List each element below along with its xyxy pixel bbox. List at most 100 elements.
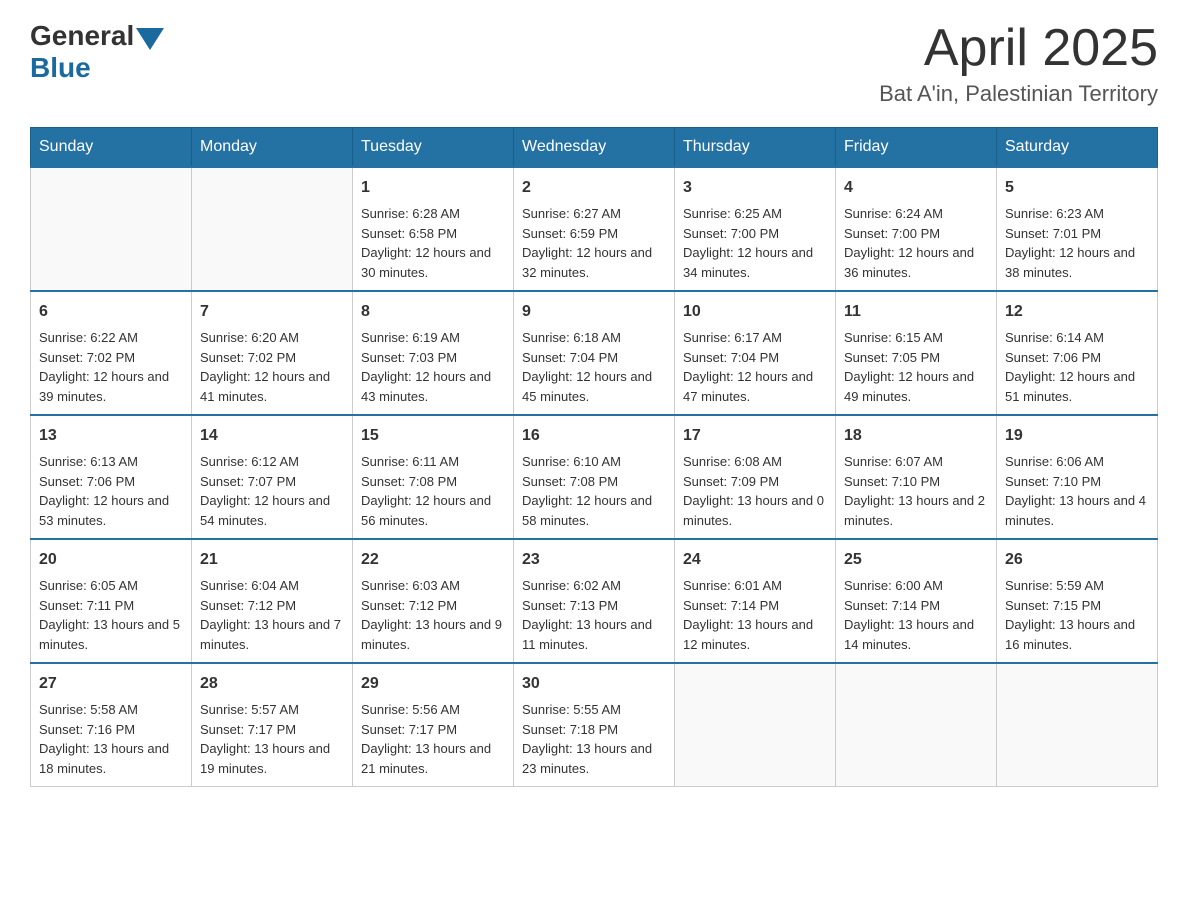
day-number: 1: [361, 176, 505, 200]
weekday-header-friday: Friday: [836, 128, 997, 168]
calendar-cell: [997, 663, 1158, 787]
logo: General Blue: [30, 20, 164, 84]
day-number: 19: [1005, 424, 1149, 448]
day-number: 6: [39, 300, 183, 324]
day-info: Sunrise: 6:15 AMSunset: 7:05 PMDaylight:…: [844, 328, 988, 406]
calendar-cell: 15 Sunrise: 6:11 AMSunset: 7:08 PMDayligh…: [353, 415, 514, 539]
calendar-cell: 1 Sunrise: 6:28 AMSunset: 6:58 PMDaylight…: [353, 167, 514, 291]
day-number: 18: [844, 424, 988, 448]
day-number: 16: [522, 424, 666, 448]
day-number: 14: [200, 424, 344, 448]
day-number: 21: [200, 548, 344, 572]
day-number: 27: [39, 672, 183, 696]
calendar-subtitle: Bat A'in, Palestinian Territory: [879, 81, 1158, 107]
calendar-cell: 7 Sunrise: 6:20 AMSunset: 7:02 PMDaylight…: [192, 291, 353, 415]
day-info: Sunrise: 6:25 AMSunset: 7:00 PMDaylight:…: [683, 204, 827, 282]
weekday-header-tuesday: Tuesday: [353, 128, 514, 168]
calendar-week-row: 6 Sunrise: 6:22 AMSunset: 7:02 PMDaylight…: [31, 291, 1158, 415]
calendar-cell: 18 Sunrise: 6:07 AMSunset: 7:10 PMDayligh…: [836, 415, 997, 539]
day-info: Sunrise: 6:14 AMSunset: 7:06 PMDaylight:…: [1005, 328, 1149, 406]
calendar-cell: [836, 663, 997, 787]
calendar-cell: 30Sunrise: 5:55 AMSunset: 7:18 PMDayligh…: [514, 663, 675, 787]
calendar-cell: 14 Sunrise: 6:12 AMSunset: 7:07 PMDayligh…: [192, 415, 353, 539]
day-info: Sunrise: 6:10 AMSunset: 7:08 PMDaylight:…: [522, 452, 666, 530]
day-info: Sunrise: 6:08 AMSunset: 7:09 PMDaylight:…: [683, 452, 827, 530]
day-number: 5: [1005, 176, 1149, 200]
day-info: Sunrise: 6:24 AMSunset: 7:00 PMDaylight:…: [844, 204, 988, 282]
day-number: 10: [683, 300, 827, 324]
day-number: 28: [200, 672, 344, 696]
day-number: 26: [1005, 548, 1149, 572]
calendar-cell: [31, 167, 192, 291]
calendar-cell: 2 Sunrise: 6:27 AMSunset: 6:59 PMDaylight…: [514, 167, 675, 291]
day-info: Sunrise: 6:13 AMSunset: 7:06 PMDaylight:…: [39, 452, 183, 530]
day-number: 2: [522, 176, 666, 200]
day-info: Sunrise: 6:27 AMSunset: 6:59 PMDaylight:…: [522, 204, 666, 282]
calendar-cell: 9Sunrise: 6:18 AMSunset: 7:04 PMDaylight…: [514, 291, 675, 415]
day-info: Sunrise: 6:12 AMSunset: 7:07 PMDaylight:…: [200, 452, 344, 530]
calendar-week-row: 27 Sunrise: 5:58 AMSunset: 7:16 PMDayligh…: [31, 663, 1158, 787]
calendar-cell: 26 Sunrise: 5:59 AMSunset: 7:15 PMDayligh…: [997, 539, 1158, 663]
calendar-cell: 6 Sunrise: 6:22 AMSunset: 7:02 PMDaylight…: [31, 291, 192, 415]
day-number: 4: [844, 176, 988, 200]
day-info: Sunrise: 5:59 AMSunset: 7:15 PMDaylight:…: [1005, 576, 1149, 654]
calendar-cell: 3Sunrise: 6:25 AMSunset: 7:00 PMDaylight…: [675, 167, 836, 291]
day-number: 13: [39, 424, 183, 448]
calendar-cell: 21 Sunrise: 6:04 AMSunset: 7:12 PMDayligh…: [192, 539, 353, 663]
weekday-header-thursday: Thursday: [675, 128, 836, 168]
day-number: 15: [361, 424, 505, 448]
calendar-cell: 29Sunrise: 5:56 AMSunset: 7:17 PMDayligh…: [353, 663, 514, 787]
day-number: 12: [1005, 300, 1149, 324]
calendar-week-row: 13 Sunrise: 6:13 AMSunset: 7:06 PMDayligh…: [31, 415, 1158, 539]
day-number: 22: [361, 548, 505, 572]
day-number: 7: [200, 300, 344, 324]
calendar-cell: 8 Sunrise: 6:19 AMSunset: 7:03 PMDaylight…: [353, 291, 514, 415]
day-info: Sunrise: 6:02 AMSunset: 7:13 PMDaylight:…: [522, 576, 666, 654]
day-number: 11: [844, 300, 988, 324]
day-info: Sunrise: 6:22 AMSunset: 7:02 PMDaylight:…: [39, 328, 183, 406]
calendar-table: SundayMondayTuesdayWednesdayThursdayFrid…: [30, 127, 1158, 787]
day-info: Sunrise: 6:17 AMSunset: 7:04 PMDaylight:…: [683, 328, 827, 406]
day-info: Sunrise: 5:57 AMSunset: 7:17 PMDaylight:…: [200, 700, 344, 778]
day-info: Sunrise: 6:23 AMSunset: 7:01 PMDaylight:…: [1005, 204, 1149, 282]
calendar-cell: 20Sunrise: 6:05 AMSunset: 7:11 PMDayligh…: [31, 539, 192, 663]
calendar-cell: 13 Sunrise: 6:13 AMSunset: 7:06 PMDayligh…: [31, 415, 192, 539]
day-number: 30: [522, 672, 666, 696]
day-number: 24: [683, 548, 827, 572]
calendar-cell: [192, 167, 353, 291]
calendar-cell: 27 Sunrise: 5:58 AMSunset: 7:16 PMDayligh…: [31, 663, 192, 787]
day-number: 25: [844, 548, 988, 572]
day-number: 20: [39, 548, 183, 572]
calendar-cell: 22Sunrise: 6:03 AMSunset: 7:12 PMDayligh…: [353, 539, 514, 663]
weekday-header-wednesday: Wednesday: [514, 128, 675, 168]
calendar-cell: 28 Sunrise: 5:57 AMSunset: 7:17 PMDayligh…: [192, 663, 353, 787]
day-info: Sunrise: 6:20 AMSunset: 7:02 PMDaylight:…: [200, 328, 344, 406]
weekday-header-monday: Monday: [192, 128, 353, 168]
day-info: Sunrise: 6:07 AMSunset: 7:10 PMDaylight:…: [844, 452, 988, 530]
logo-triangle-icon: [136, 28, 164, 50]
calendar-cell: 16 Sunrise: 6:10 AMSunset: 7:08 PMDayligh…: [514, 415, 675, 539]
day-info: Sunrise: 6:04 AMSunset: 7:12 PMDaylight:…: [200, 576, 344, 654]
day-number: 23: [522, 548, 666, 572]
calendar-week-row: 20Sunrise: 6:05 AMSunset: 7:11 PMDayligh…: [31, 539, 1158, 663]
calendar-cell: [675, 663, 836, 787]
logo-blue-text: Blue: [30, 52, 91, 83]
calendar-cell: 11 Sunrise: 6:15 AMSunset: 7:05 PMDayligh…: [836, 291, 997, 415]
calendar-cell: 12 Sunrise: 6:14 AMSunset: 7:06 PMDayligh…: [997, 291, 1158, 415]
day-info: Sunrise: 5:56 AMSunset: 7:17 PMDaylight:…: [361, 700, 505, 778]
day-info: Sunrise: 6:28 AMSunset: 6:58 PMDaylight:…: [361, 204, 505, 282]
day-info: Sunrise: 6:19 AMSunset: 7:03 PMDaylight:…: [361, 328, 505, 406]
calendar-cell: 5 Sunrise: 6:23 AMSunset: 7:01 PMDaylight…: [997, 167, 1158, 291]
calendar-cell: 23 Sunrise: 6:02 AMSunset: 7:13 PMDayligh…: [514, 539, 675, 663]
calendar-week-row: 1 Sunrise: 6:28 AMSunset: 6:58 PMDaylight…: [31, 167, 1158, 291]
day-number: 17: [683, 424, 827, 448]
weekday-header-saturday: Saturday: [997, 128, 1158, 168]
day-info: Sunrise: 6:01 AMSunset: 7:14 PMDaylight:…: [683, 576, 827, 654]
day-info: Sunrise: 6:11 AMSunset: 7:08 PMDaylight:…: [361, 452, 505, 530]
weekday-header-sunday: Sunday: [31, 128, 192, 168]
logo-general-text: General: [30, 20, 134, 52]
day-info: Sunrise: 5:58 AMSunset: 7:16 PMDaylight:…: [39, 700, 183, 778]
calendar-cell: 10 Sunrise: 6:17 AMSunset: 7:04 PMDayligh…: [675, 291, 836, 415]
day-info: Sunrise: 6:06 AMSunset: 7:10 PMDaylight:…: [1005, 452, 1149, 530]
day-number: 8: [361, 300, 505, 324]
